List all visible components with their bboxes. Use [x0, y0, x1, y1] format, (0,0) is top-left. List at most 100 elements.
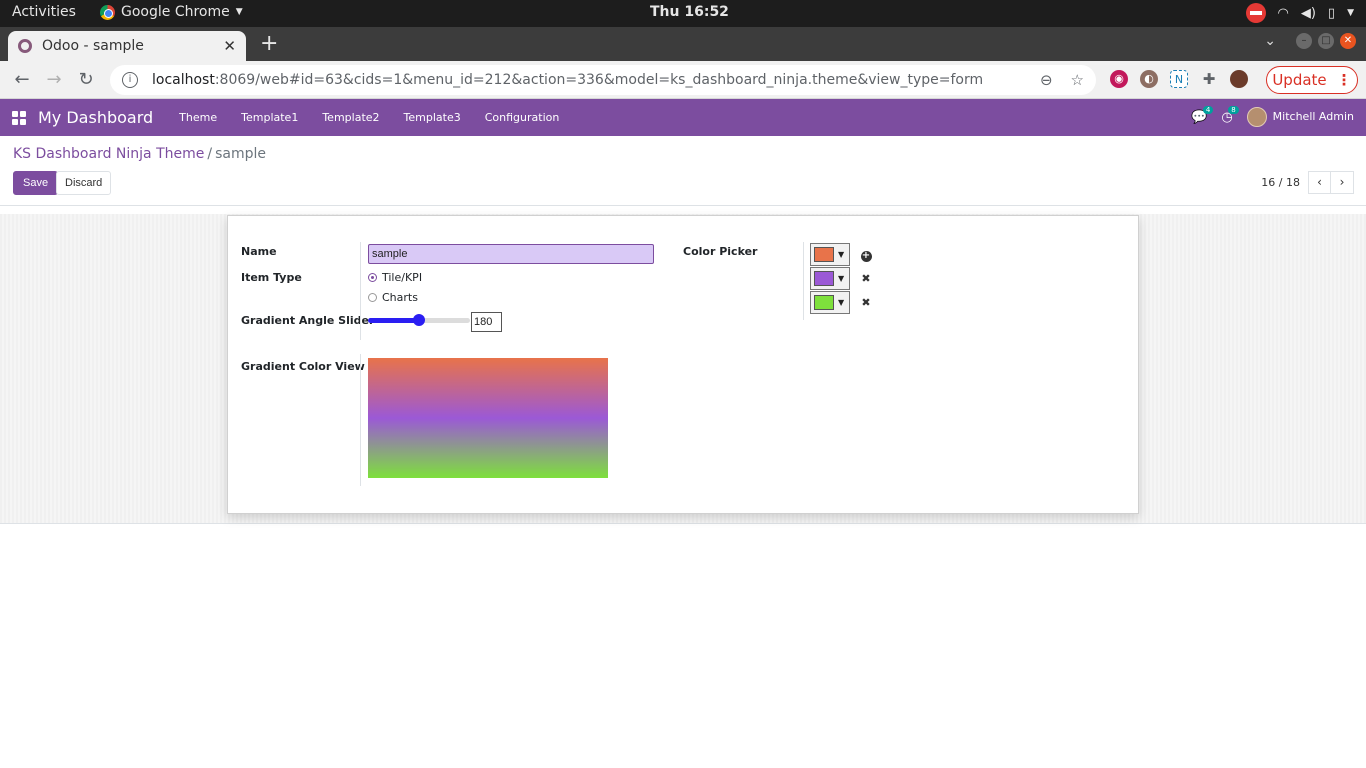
menu-configuration[interactable]: Configuration — [473, 111, 572, 124]
close-window-icon[interactable]: ✕ — [1340, 33, 1356, 49]
color-picker-1[interactable]: ▼ — [810, 243, 850, 266]
breadcrumb-separator: / — [207, 146, 213, 162]
color-picker-2[interactable]: ▼ — [810, 267, 850, 290]
slider-handle[interactable] — [413, 314, 425, 326]
top-menu: Theme Template1 Template2 Template3 Conf… — [167, 111, 571, 124]
field-divider — [360, 242, 361, 340]
menu-theme[interactable]: Theme — [167, 111, 229, 124]
n-extension-icon[interactable]: N — [1170, 70, 1188, 88]
owl-extension-icon[interactable]: ◉ — [1110, 70, 1128, 88]
pager-value[interactable]: 16 / 18 — [1261, 176, 1300, 189]
maximize-icon[interactable]: □ — [1318, 33, 1334, 49]
color-picker-row-1: ▼ + — [810, 243, 872, 266]
gradient-color-preview — [368, 358, 608, 478]
tab-odoo-sample[interactable]: Odoo - sample ✕ — [8, 31, 246, 61]
avatar — [1246, 107, 1267, 127]
gradient-angle-input[interactable] — [471, 312, 502, 332]
update-button[interactable]: Update ⋮ — [1266, 66, 1358, 94]
no-entry-icon[interactable] — [1245, 3, 1266, 23]
radio-checked-icon — [368, 273, 377, 282]
reload-icon[interactable]: ↻ — [74, 68, 98, 92]
field-divider — [803, 242, 804, 320]
wifi-icon: ◠ — [1277, 5, 1289, 21]
systray: 💬 4 ◷ 8 Mitchell Admin — [1191, 105, 1354, 127]
caret-down-icon: ▼ — [235, 7, 243, 17]
new-tab-plus-icon[interactable]: + — [260, 31, 278, 57]
remove-color-icon[interactable]: ✖ — [860, 296, 872, 309]
site-info-icon[interactable]: i — [122, 72, 138, 88]
gradient-color-label: Gradient Color View — [241, 360, 365, 373]
color-swatch — [814, 295, 834, 310]
discard-button[interactable]: Discard — [56, 171, 112, 195]
zoom-icon[interactable]: ⊖ — [1040, 71, 1053, 89]
breadcrumb-parent-link[interactable]: KS Dashboard Ninja Theme — [13, 146, 204, 162]
apps-grid-icon[interactable] — [12, 110, 26, 125]
color-picker-3[interactable]: ▼ — [810, 291, 850, 314]
form-sheet: Name Item Type Gradient Angle Slider Gra… — [227, 215, 1139, 514]
field-divider — [360, 354, 361, 486]
radio-unchecked-icon — [368, 293, 377, 302]
menu-template2[interactable]: Template2 — [310, 111, 391, 124]
messages-icon[interactable]: 💬 4 — [1191, 105, 1214, 125]
color-swatch — [814, 247, 834, 262]
browser-toolbar: ← → ↻ i localhost:8069/web#id=63&cids=1&… — [0, 61, 1366, 99]
breadcrumb: KS Dashboard Ninja Theme / sample — [13, 146, 266, 162]
chrome-icon — [100, 4, 115, 20]
app-name: Google Chrome — [121, 4, 230, 20]
back-arrow-icon[interactable]: ← — [10, 68, 34, 92]
os-top-bar: Activities Google Chrome ▼ Thu 16:52 ◠ ◀… — [0, 0, 1366, 27]
user-menu[interactable]: Mitchell Admin — [1246, 107, 1354, 127]
address-bar[interactable]: i localhost:8069/web#id=63&cids=1&menu_i… — [110, 65, 1096, 95]
activities-clock-icon[interactable]: ◷ 8 — [1221, 105, 1239, 125]
radio-label: Charts — [382, 291, 418, 304]
color-picker-row-3: ▼ ✖ — [810, 291, 872, 314]
control-panel: KS Dashboard Ninja Theme / sample Save Dis… — [0, 136, 1366, 206]
color-picker-row-2: ▼ ✖ — [810, 267, 872, 290]
odoo-favicon-icon — [18, 39, 32, 53]
pager-next-icon[interactable]: › — [1331, 171, 1354, 194]
user-name: Mitchell Admin — [1272, 110, 1354, 123]
add-color-icon[interactable]: + — [860, 248, 872, 262]
forward-arrow-icon[interactable]: → — [42, 68, 66, 92]
puzzle-extensions-icon[interactable]: ✚ — [1200, 70, 1218, 88]
name-label: Name — [241, 245, 277, 258]
item-type-charts-radio[interactable]: Charts — [368, 291, 418, 304]
incognito-extension-icon[interactable]: ◐ — [1140, 70, 1158, 88]
system-tray[interactable]: ◠ ◀) ▯ ▼ — [1245, 3, 1354, 23]
profile-avatar-icon[interactable] — [1230, 70, 1248, 88]
breadcrumb-current: sample — [215, 146, 266, 162]
pager-previous-icon[interactable]: ‹ — [1308, 171, 1331, 194]
activities-button[interactable]: Activities — [12, 4, 76, 20]
volume-icon: ◀) — [1300, 5, 1316, 21]
name-field[interactable] — [368, 244, 654, 264]
tab-strip: Odoo - sample ✕ ⌄ – □ ✕ — [0, 27, 1366, 61]
minimize-icon[interactable]: – — [1296, 33, 1312, 49]
color-swatch — [814, 271, 834, 286]
slider-fill — [368, 318, 419, 323]
gradient-angle-slider[interactable] — [368, 314, 470, 326]
activities-badge: 8 — [1228, 105, 1239, 114]
dropdown-arrow-icon: ▼ — [838, 274, 845, 283]
radio-label: Tile/KPI — [382, 271, 423, 284]
tab-search-chevron-icon[interactable]: ⌄ — [1264, 33, 1276, 49]
dropdown-arrow-icon: ▼ — [838, 250, 845, 259]
app-brand[interactable]: My Dashboard — [38, 108, 153, 127]
url-text[interactable]: localhost:8069/web#id=63&cids=1&menu_id=… — [152, 72, 1040, 88]
menu-template1[interactable]: Template1 — [229, 111, 310, 124]
system-menu-caret-icon: ▼ — [1347, 8, 1354, 18]
messages-badge: 4 — [1202, 105, 1214, 114]
tab-title: Odoo - sample — [42, 38, 144, 54]
save-button[interactable]: Save — [13, 171, 59, 195]
menu-template3[interactable]: Template3 — [392, 111, 473, 124]
item-type-tile-kpi-radio[interactable]: Tile/KPI — [368, 271, 422, 284]
bookmark-star-icon[interactable]: ☆ — [1071, 71, 1084, 89]
color-picker-label: Color Picker — [683, 245, 758, 258]
extensions-area: ◉ ◐ N ✚ — [1110, 70, 1248, 88]
more-vertical-icon: ⋮ — [1336, 71, 1352, 89]
app-menu[interactable]: Google Chrome ▼ — [100, 4, 243, 20]
clock[interactable]: Thu 16:52 — [650, 4, 729, 20]
pager: 16 / 18 ‹ › — [1261, 171, 1354, 194]
remove-color-icon[interactable]: ✖ — [860, 272, 872, 285]
tab-close-icon[interactable]: ✕ — [223, 37, 236, 55]
gradient-angle-label: Gradient Angle Slider — [241, 314, 375, 327]
